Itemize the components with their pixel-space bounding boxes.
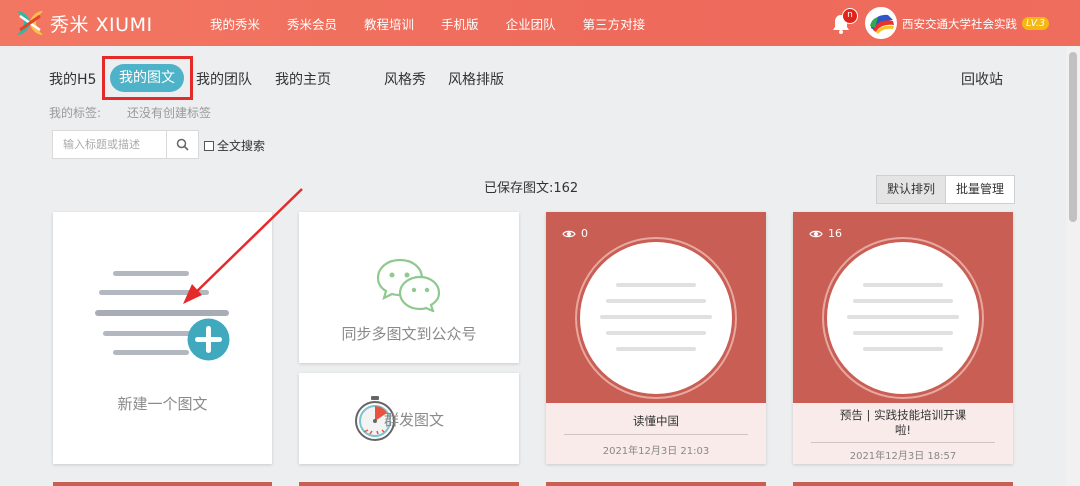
view-count: 0 bbox=[562, 227, 588, 240]
search-input[interactable] bbox=[52, 130, 167, 159]
search-button[interactable] bbox=[166, 130, 199, 159]
level-badge: LV.3 bbox=[1022, 17, 1050, 30]
xiumi-logo-icon bbox=[17, 11, 43, 35]
notification-badge: n bbox=[842, 8, 858, 24]
nav-enterprise[interactable]: 企业团队 bbox=[506, 14, 556, 33]
saved-count: 已保存图文:162 bbox=[484, 181, 579, 196]
divider bbox=[811, 442, 995, 443]
nav-membership[interactable]: 秀米会员 bbox=[287, 14, 337, 33]
top-bar: 秀米 XIUMI 我的秀米 秀米会员 教程培训 手机版 企业团队 第三方对接 n… bbox=[0, 0, 1080, 46]
nav-my-xiumi[interactable]: 我的秀米 bbox=[210, 14, 260, 33]
eye-icon bbox=[809, 230, 823, 237]
nav-third-party[interactable]: 第三方对接 bbox=[583, 14, 646, 33]
nav-mobile[interactable]: 手机版 bbox=[441, 14, 479, 33]
next-row-card bbox=[793, 482, 1013, 486]
next-row-card bbox=[53, 482, 272, 486]
tab-style-show[interactable]: 风格秀 bbox=[384, 69, 426, 89]
article-date: 2021年12月3日 18:57 bbox=[849, 451, 957, 462]
next-row-card bbox=[546, 482, 766, 486]
user-name[interactable]: 西安交通大学社会实践 bbox=[902, 16, 1017, 32]
logo[interactable]: 秀米 XIUMI bbox=[14, 8, 153, 38]
tags-empty-text[interactable]: 还没有创建标签 bbox=[127, 104, 211, 121]
view-count: 16 bbox=[809, 227, 842, 240]
tab-recycle-bin[interactable]: 回收站 bbox=[961, 69, 1003, 89]
avatar-image-icon bbox=[866, 8, 896, 38]
view-count-value: 16 bbox=[828, 227, 842, 240]
article-card[interactable]: 16 预告 | 实践技能培训开课啦! 2021年12月3日 18:57 bbox=[793, 212, 1013, 464]
scrollbar[interactable] bbox=[1066, 46, 1080, 486]
fulltext-label: 全文搜索 bbox=[217, 139, 266, 153]
article-cover bbox=[827, 242, 979, 394]
view-controls: 默认排列 批量管理 bbox=[876, 175, 1016, 204]
fulltext-checkbox[interactable] bbox=[204, 140, 214, 151]
new-article-label: 新建一个图文 bbox=[117, 395, 208, 413]
tab-my-homepage[interactable]: 我的主页 bbox=[275, 69, 331, 89]
article-footer: 读懂中国 2021年12月3日 21:03 bbox=[546, 403, 766, 464]
nav-tutorials[interactable]: 教程培训 bbox=[364, 14, 414, 33]
article-date: 2021年12月3日 21:03 bbox=[602, 446, 710, 457]
article-footer: 预告 | 实践技能培训开课啦! 2021年12月3日 18:57 bbox=[793, 403, 1013, 464]
tab-style-layout[interactable]: 风格排版 bbox=[448, 69, 504, 89]
brand-name: 秀米 XIUMI bbox=[50, 13, 153, 36]
arrow-annotation-icon bbox=[183, 188, 303, 304]
eye-icon bbox=[562, 230, 576, 237]
wechat-icon bbox=[376, 258, 441, 312]
fulltext-search-option[interactable]: 全文搜索 bbox=[204, 137, 265, 154]
search-icon bbox=[176, 138, 189, 151]
mass-send-label: 群发图文 bbox=[383, 411, 444, 429]
mass-send-card[interactable]: 群发图文 bbox=[299, 373, 519, 464]
tags-label: 我的标签: bbox=[49, 106, 102, 120]
article-cover bbox=[580, 242, 732, 394]
divider bbox=[564, 434, 748, 435]
default-sort-button[interactable]: 默认排列 bbox=[876, 175, 947, 204]
highlight-annotation bbox=[102, 56, 193, 100]
article-card[interactable]: 0 读懂中国 2021年12月3日 21:03 bbox=[546, 212, 766, 464]
scrollbar-thumb[interactable] bbox=[1069, 52, 1077, 222]
plus-circle-icon bbox=[187, 318, 230, 361]
tab-my-team[interactable]: 我的团队 bbox=[196, 69, 252, 89]
tab-my-h5[interactable]: 我的H5 bbox=[49, 69, 96, 89]
view-count-value: 0 bbox=[581, 227, 588, 240]
main-nav: 我的秀米 秀米会员 教程培训 手机版 企业团队 第三方对接 bbox=[210, 0, 672, 46]
sync-to-wechat-card[interactable]: 同步多图文到公众号 bbox=[299, 212, 519, 363]
batch-manage-button[interactable]: 批量管理 bbox=[946, 175, 1016, 204]
avatar[interactable] bbox=[865, 7, 897, 39]
sync-label: 同步多图文到公众号 bbox=[341, 325, 477, 343]
article-title[interactable]: 预告 | 实践技能培训开课啦! bbox=[793, 408, 1013, 438]
next-row-card bbox=[299, 482, 519, 486]
article-title[interactable]: 读懂中国 bbox=[546, 414, 766, 429]
